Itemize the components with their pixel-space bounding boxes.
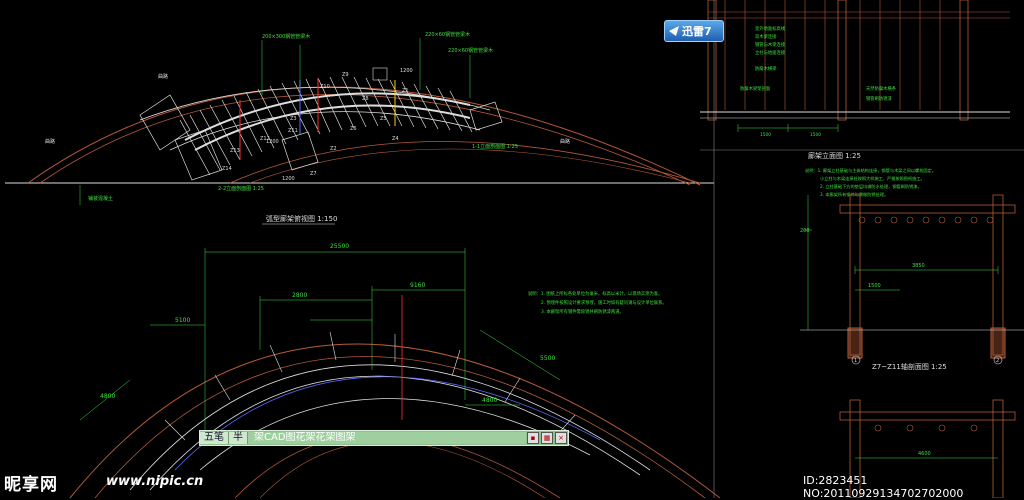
elevation-title: 廊架立面图 1:25 bbox=[808, 151, 861, 160]
elev-label-4: 立柱与地面连接 bbox=[755, 49, 786, 56]
elev-label-1: 室外地面标高线 bbox=[755, 25, 786, 32]
plan-note: 说明：1. 图纸上所标各处单位为毫米，标高以米计，以现场实测为准。 bbox=[528, 290, 662, 297]
cad-drawing-canvas[interactable]: 200×300钢管管梁木 220×60钢管管梁木 220×60钢管管梁木 曲路 … bbox=[0, 0, 1024, 498]
xunlei-float-button[interactable]: 迅雷7 bbox=[664, 20, 724, 42]
axis-label: Z6 bbox=[350, 126, 357, 132]
axis-label: Z9 bbox=[342, 72, 349, 78]
ime-toolbar[interactable]: 五笔 半 架CAD图花架花架图架 ▪ ▦ × bbox=[199, 430, 569, 446]
elevation-detail bbox=[700, 0, 1010, 132]
dim-1: 9160 bbox=[410, 282, 425, 289]
label-beam-3: 220×60钢管管梁木 bbox=[448, 47, 493, 54]
dim-3: 5100 bbox=[175, 317, 190, 324]
label-floor-section: 1-1立面剖面图 1:25 bbox=[472, 143, 518, 150]
elev-dim-2: 1500 bbox=[810, 132, 821, 138]
elev-note: 2. 立柱基础下方的垫层均做防水处理，钢管刷防锈漆。 bbox=[820, 183, 922, 190]
label-floor-section-2: 2-2立面剖面图 1:25 bbox=[218, 185, 264, 192]
elev-note: 说明：1. 廊架立柱基础与主体结构连接，钢管与木梁之间以螺栓固定。 bbox=[805, 167, 936, 174]
dim-6: 4800 bbox=[482, 397, 497, 404]
section-dim-bottom: 4600 bbox=[918, 451, 931, 457]
watermark-logo: 昵享网 bbox=[4, 475, 58, 495]
section-view bbox=[800, 194, 1024, 498]
axis-label: Z10 bbox=[320, 84, 330, 90]
axis-label: 1200 bbox=[400, 68, 413, 74]
elev-label-7: 天然防腐木横条 bbox=[866, 85, 897, 92]
xunlei-label: 迅雷7 bbox=[682, 25, 712, 38]
section-axis-2: 2 bbox=[996, 358, 999, 364]
elev-label-5: 防腐木横梁 bbox=[755, 65, 777, 72]
section-dim-b1: 1500 bbox=[868, 283, 881, 289]
dim-5: 5500 bbox=[540, 355, 555, 362]
axis-label: Z7 bbox=[310, 171, 317, 177]
section-title: Z7~Z11轴剖面图 1:25 bbox=[872, 362, 947, 371]
section-dim-left: 200 bbox=[800, 228, 810, 234]
elev-label-2: 双木梁连接 bbox=[755, 33, 777, 40]
axis-label: Z2 bbox=[330, 146, 337, 152]
axis-label: Z4 bbox=[392, 136, 399, 142]
axis-label: Z14 bbox=[222, 166, 232, 172]
plan-note: 3. 本廊架所有钢件需除锈并刷防锈漆两道。 bbox=[541, 308, 624, 315]
plan-notes: 说明：1. 图纸上所标各处单位为毫米，标高以米计，以现场实测为准。 2. 预埋件… bbox=[528, 290, 667, 315]
ime-mode-button[interactable]: 五笔 bbox=[200, 432, 229, 444]
label-kerb-left-2: 曲路 bbox=[45, 138, 55, 145]
label-beam-1: 200×300钢管管梁木 bbox=[262, 33, 310, 40]
elev-note: 小立柱与木梁连接处按照大样施工，严格按照图纸施工。 bbox=[820, 175, 925, 182]
axis-label: Z13 bbox=[230, 148, 240, 154]
label-kerb-right: 曲路 bbox=[560, 138, 570, 145]
label-beam-2: 220×60钢管管梁木 bbox=[425, 31, 470, 38]
watermark-url: www.nipic.cn bbox=[106, 474, 204, 489]
section-axis-1: 1 bbox=[854, 358, 857, 364]
label-ground: 铺装混凝土 bbox=[88, 195, 113, 202]
xunlei-logo-icon bbox=[669, 26, 679, 36]
ime-composition-field[interactable]: 架CAD图花架花架图架 bbox=[248, 432, 526, 444]
dim-total: 25500 bbox=[330, 243, 349, 250]
bottom-plan-view bbox=[69, 248, 721, 498]
section-dim-span: 3850 bbox=[912, 263, 925, 269]
elevation-notes: 说明：1. 廊架立柱基础与主体结构连接，钢管与木梁之间以螺栓固定。 小立柱与木梁… bbox=[805, 167, 936, 198]
dim-4: 4800 bbox=[100, 393, 115, 400]
axis-label: 1200 bbox=[266, 139, 279, 145]
plan-title: 弧型廊架俯视图 1:150 bbox=[266, 214, 337, 223]
ime-width-toggle[interactable]: 半 bbox=[229, 432, 248, 444]
ime-keyboard-icon[interactable]: ▦ bbox=[541, 432, 553, 444]
top-plan-view bbox=[27, 38, 701, 205]
axis-label: Z11 bbox=[288, 128, 298, 134]
axis-label: Z8 bbox=[362, 96, 369, 102]
elev-dim-1: 1500 bbox=[760, 132, 771, 138]
dim-2: 2800 bbox=[292, 292, 307, 299]
axis-label: Z1 bbox=[402, 88, 409, 94]
plan-note: 2. 预埋件按照设计要求预埋，施工时如有疑问请与设计单位联系。 bbox=[541, 299, 667, 306]
axis-label: 1200 bbox=[282, 176, 295, 182]
elev-label-6: 防腐木梁架剖面 bbox=[740, 85, 771, 92]
ime-settings-icon[interactable]: ▪ bbox=[527, 432, 539, 444]
ime-close-icon[interactable]: × bbox=[555, 432, 567, 444]
elev-label-8: 钢管刷防锈漆 bbox=[866, 95, 892, 102]
watermark-id: ID:2823451 NO:20110929134702702000 bbox=[803, 474, 964, 500]
elev-note: 3. 本廊架所有钢件均需做防锈处理。 bbox=[820, 191, 888, 198]
axis-label: Z3 bbox=[290, 116, 297, 122]
axis-label: Z5 bbox=[380, 116, 387, 122]
label-kerb-left: 曲路 bbox=[158, 73, 168, 80]
elev-label-3: 钢管与木梁连接 bbox=[755, 41, 786, 48]
